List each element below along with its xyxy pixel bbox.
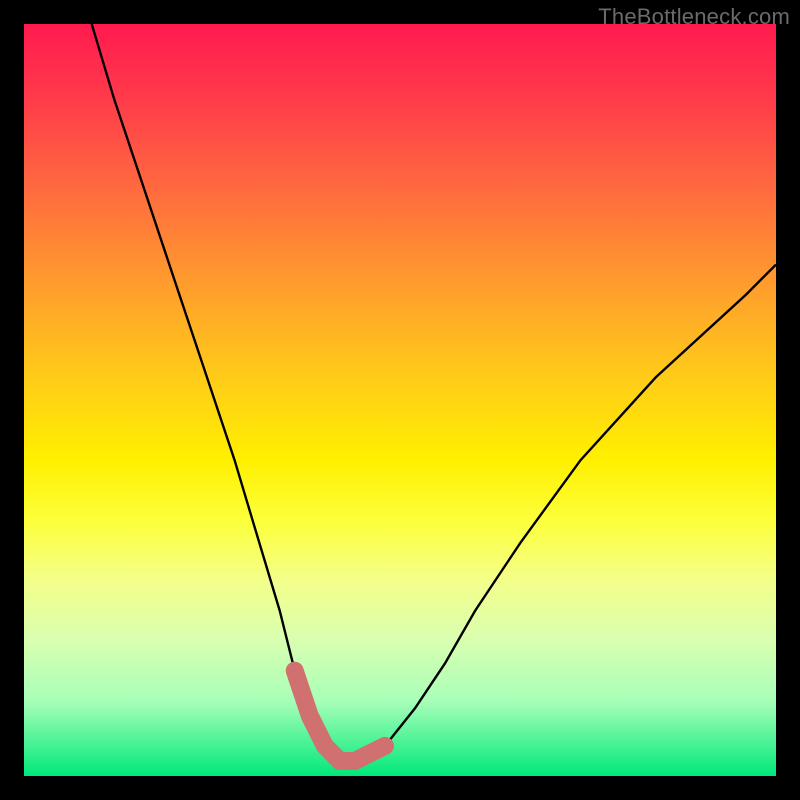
chart-area [24,24,776,776]
curve-line [92,24,776,761]
highlight-line [295,671,385,761]
chart-svg [24,24,776,776]
